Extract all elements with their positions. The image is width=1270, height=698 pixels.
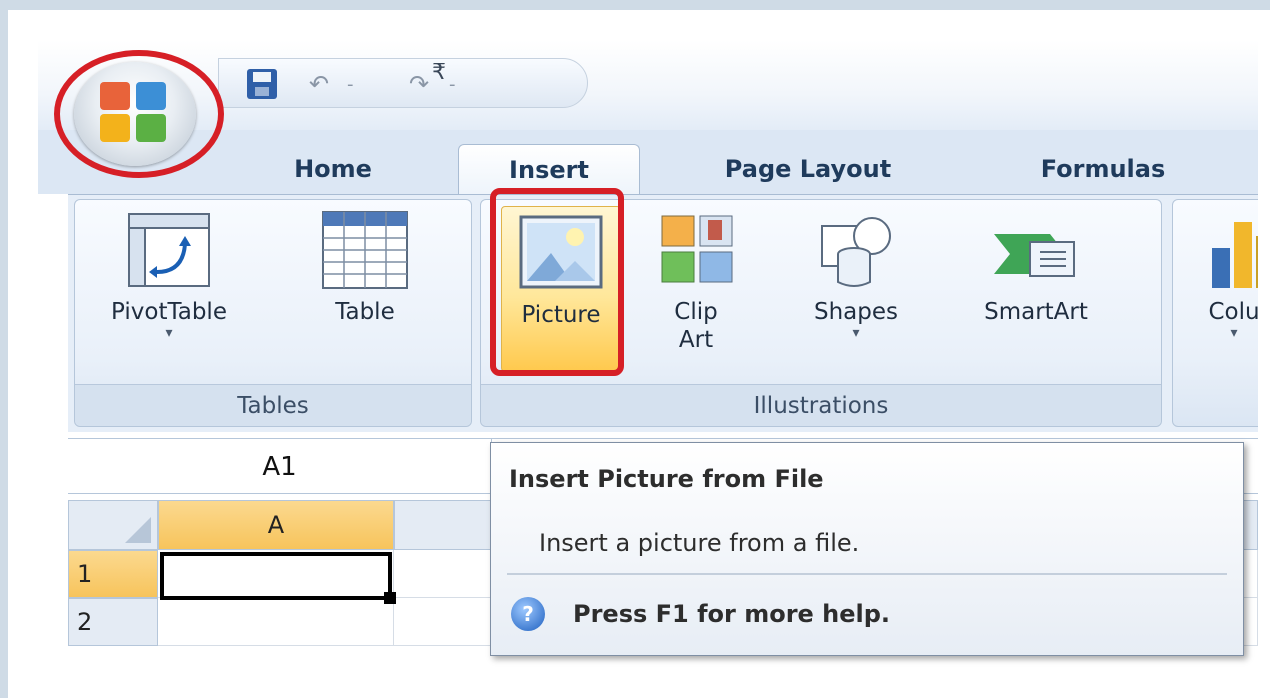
- redo-icon[interactable]: ↷: [409, 65, 429, 103]
- tooltip-description: Insert a picture from a file.: [539, 529, 860, 557]
- active-cell-border: [160, 552, 392, 600]
- picture-icon: [515, 211, 607, 295]
- column-chart-dropdown-icon[interactable]: ▾: [1230, 326, 1237, 340]
- redo-dropdown-icon[interactable]: -: [449, 65, 456, 103]
- column-chart-icon: [1188, 208, 1258, 292]
- table-icon: [319, 208, 411, 292]
- fill-handle[interactable]: [384, 592, 396, 604]
- clip-art-icon: [650, 208, 742, 292]
- tab-home[interactable]: Home: [243, 144, 423, 194]
- pivottable-label: PivotTable: [111, 299, 227, 325]
- column-chart-button[interactable]: Colu ▾: [1179, 208, 1258, 340]
- name-box[interactable]: A1: [68, 439, 492, 495]
- tables-group: PivotTable ▾ Table Tables: [74, 199, 472, 427]
- shapes-dropdown-icon[interactable]: ▾: [852, 326, 859, 340]
- smartart-icon: [990, 208, 1082, 292]
- picture-label: Picture: [521, 302, 601, 328]
- row-header-2[interactable]: 2: [68, 598, 158, 646]
- picture-tooltip: Insert Picture from File Insert a pictur…: [490, 442, 1244, 656]
- undo-dropdown-icon[interactable]: -: [347, 65, 354, 103]
- ribbon-tabs: Home Insert Page Layout Formulas: [38, 130, 1258, 194]
- tooltip-title: Insert Picture from File: [509, 465, 824, 493]
- shapes-label: Shapes: [813, 299, 898, 325]
- smartart-label: SmartArt: [984, 299, 1088, 325]
- table-label: Table: [335, 299, 395, 325]
- office-logo-icon: [100, 82, 170, 146]
- save-icon[interactable]: [247, 69, 277, 99]
- tooltip-help: ? Press F1 for more help.: [511, 597, 890, 631]
- tab-insert[interactable]: Insert: [458, 144, 640, 194]
- illustrations-group: Picture Clip Art Shapes ▾ SmartArt Illus…: [480, 199, 1162, 427]
- title-bar: ↶ - ↷ - ₹: [38, 40, 1258, 130]
- picture-button[interactable]: Picture: [501, 206, 621, 372]
- ribbon: PivotTable ▾ Table Tables Picture Clip A…: [68, 194, 1258, 432]
- tooltip-divider: [507, 573, 1227, 575]
- quick-access-toolbar: ↶ - ↷ -: [218, 58, 588, 108]
- illustrations-group-label: Illustrations: [481, 384, 1161, 426]
- shapes-button[interactable]: Shapes ▾: [781, 208, 931, 340]
- smartart-button[interactable]: SmartArt: [951, 208, 1121, 326]
- shapes-icon: [810, 208, 902, 292]
- clip-art-label: Clip Art: [674, 299, 718, 353]
- tooltip-help-text: Press F1 for more help.: [573, 600, 891, 628]
- clip-art-button[interactable]: Clip Art: [641, 208, 751, 354]
- column-chart-label: Colu: [1208, 299, 1258, 325]
- pivottable-button[interactable]: PivotTable ▾: [81, 208, 257, 340]
- help-icon: ?: [511, 597, 545, 631]
- charts-group: Colu ▾: [1172, 199, 1258, 427]
- tab-formulas[interactable]: Formulas: [998, 144, 1208, 194]
- office-button[interactable]: [74, 62, 196, 166]
- row-header-1[interactable]: 1: [68, 550, 158, 598]
- table-button[interactable]: Table: [295, 208, 435, 326]
- tab-page-layout[interactable]: Page Layout: [678, 144, 938, 194]
- customize-qat-icon[interactable]: ₹: [432, 60, 446, 85]
- column-header-a[interactable]: A: [158, 500, 394, 550]
- pivottable-icon: [123, 208, 215, 292]
- tables-group-label: Tables: [75, 384, 471, 426]
- cell-a2[interactable]: [158, 598, 394, 646]
- pivottable-dropdown-icon[interactable]: ▾: [165, 326, 172, 340]
- screenshot-frame: ↶ - ↷ - ₹ Home Insert Page Layout Formul…: [0, 0, 1270, 698]
- select-all-button[interactable]: [68, 500, 158, 550]
- undo-icon[interactable]: ↶: [309, 65, 329, 103]
